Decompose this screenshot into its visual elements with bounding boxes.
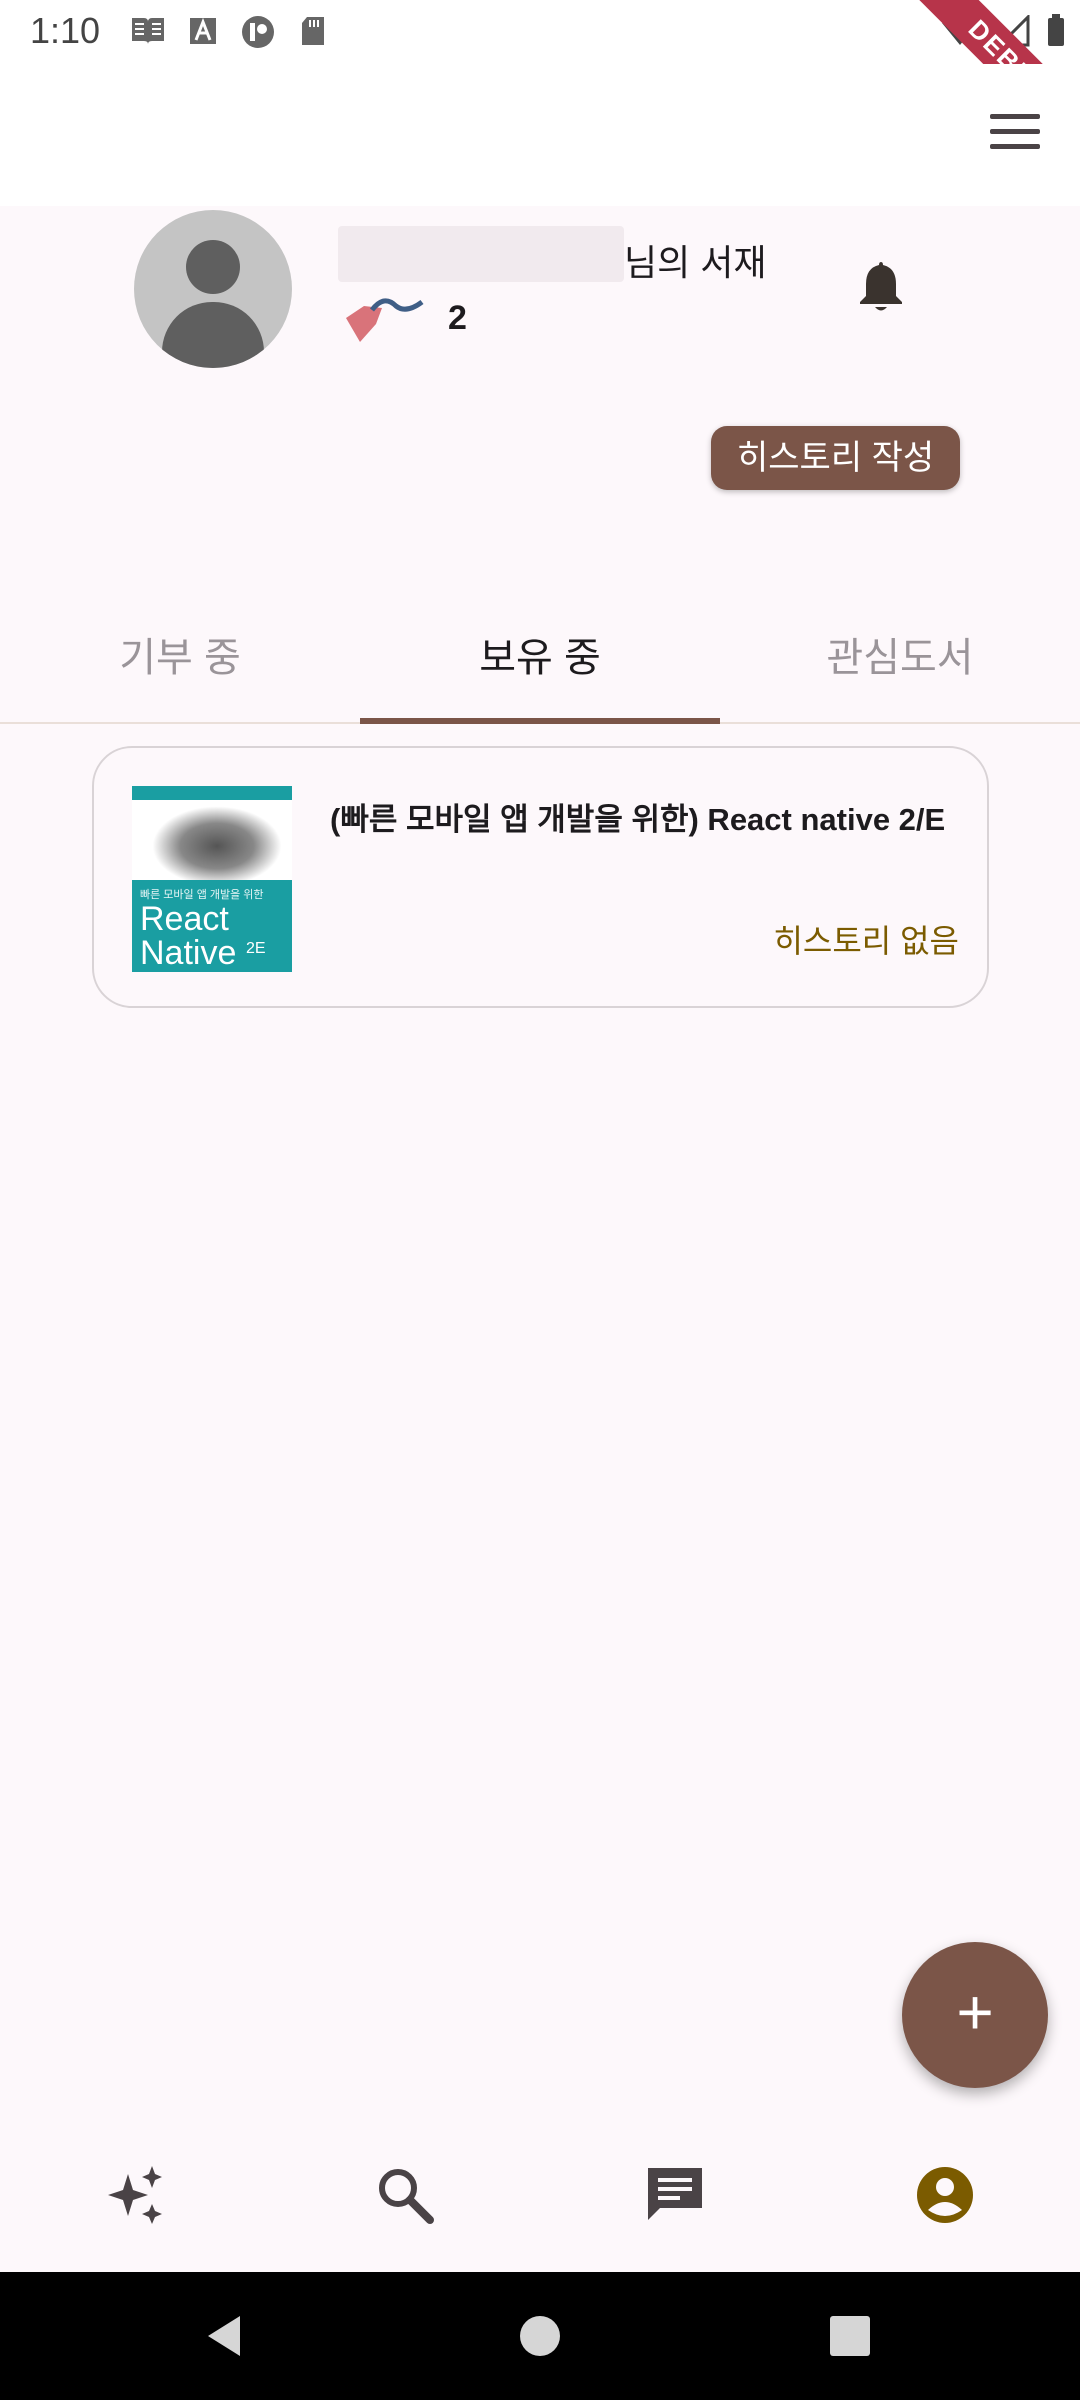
recents-icon[interactable] <box>826 2312 874 2360</box>
account-circle-icon[interactable] <box>910 2160 980 2230</box>
book-notification-icon <box>132 18 164 44</box>
status-notification-icons <box>130 14 328 50</box>
cover-animal-illustration <box>152 806 282 886</box>
write-history-button[interactable]: 히스토리 작성 <box>711 426 961 490</box>
book-history-status: 히스토리 없음 <box>773 923 959 959</box>
app-bar <box>0 64 1080 206</box>
badge-row: 2 <box>344 290 467 346</box>
back-icon[interactable] <box>200 2312 248 2360</box>
add-book-button[interactable]: + <box>902 1942 1048 2088</box>
menu-icon[interactable] <box>990 114 1040 154</box>
sparkle-icon[interactable] <box>102 2160 172 2230</box>
user-name-redacted <box>338 226 624 282</box>
status-bar: 1:10 DEBUG <box>0 0 1080 168</box>
status-system-icons <box>940 14 1066 48</box>
font-notification-icon <box>190 17 216 44</box>
badge-count: 2 <box>448 298 467 337</box>
battery-icon <box>1048 14 1064 46</box>
system-navigation-bar <box>0 2272 1080 2400</box>
library-tabs: 기부 중 보유 중 관심도서 <box>0 600 1080 724</box>
book-cover: 빠른 모바일 앱 개발을 위한 React Native 2E <box>132 786 292 972</box>
signal-icon <box>996 15 1030 47</box>
cover-edition: 2E <box>246 940 266 957</box>
book-title: (빠른 모바일 앱 개발을 위한) React native 2/E <box>330 802 946 837</box>
plus-icon: + <box>956 1976 994 2048</box>
tab-wishlist[interactable]: 관심도서 <box>720 600 1080 722</box>
bookmark-badge-icon <box>346 298 424 342</box>
library-title-suffix: 님의 서재 <box>624 242 767 283</box>
cover-title-line2: Native <box>140 934 237 972</box>
tab-donating[interactable]: 기부 중 <box>0 600 360 722</box>
chat-icon[interactable] <box>640 2160 710 2230</box>
cover-title-line1: React <box>140 900 229 938</box>
bottom-navigation <box>0 2130 1080 2272</box>
book-card[interactable]: 빠른 모바일 앱 개발을 위한 React Native 2E (빠른 모바일 … <box>92 746 989 1008</box>
avatar[interactable] <box>134 210 292 368</box>
home-icon[interactable] <box>516 2312 564 2360</box>
search-icon[interactable] <box>370 2160 440 2230</box>
bell-icon[interactable] <box>858 258 904 314</box>
sd-card-icon <box>302 17 324 45</box>
status-time: 1:10 <box>30 10 101 51</box>
app-notification-icon <box>242 16 274 48</box>
wifi-icon <box>942 16 978 45</box>
tab-owned[interactable]: 보유 중 <box>360 600 720 724</box>
